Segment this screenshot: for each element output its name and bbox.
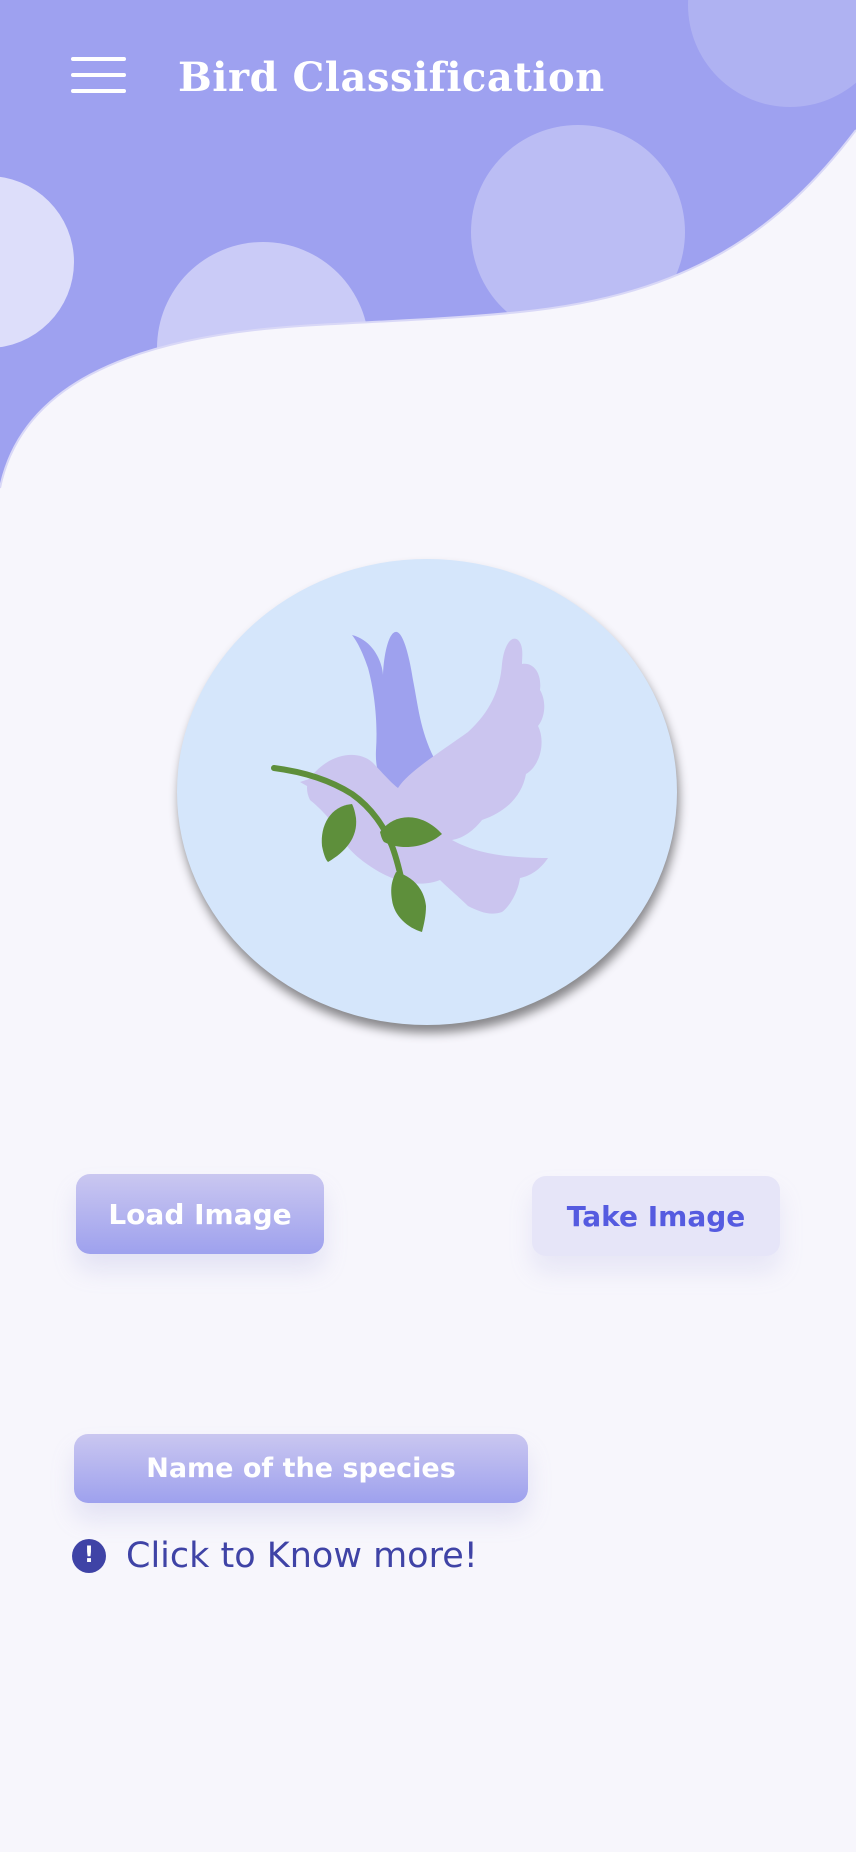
menu-line <box>71 57 126 61</box>
take-image-button[interactable]: Take Image <box>532 1176 780 1256</box>
exclamation-circle-icon: ! <box>72 1539 106 1573</box>
species-name-button[interactable]: Name of the species <box>74 1434 528 1503</box>
app-title: Bird Classification <box>178 54 605 101</box>
image-preview <box>177 559 677 1025</box>
dove-with-olive-branch-icon <box>271 631 548 932</box>
know-more-label: Click to Know more! <box>126 1536 478 1576</box>
hamburger-menu-icon[interactable] <box>68 54 128 98</box>
menu-line <box>71 73 126 77</box>
know-more-link[interactable]: ! Click to Know more! <box>72 1534 478 1578</box>
load-image-button[interactable]: Load Image <box>76 1174 324 1254</box>
menu-line <box>71 89 126 93</box>
app-screen: Bird Classification Load Image Take Imag… <box>0 0 856 1852</box>
